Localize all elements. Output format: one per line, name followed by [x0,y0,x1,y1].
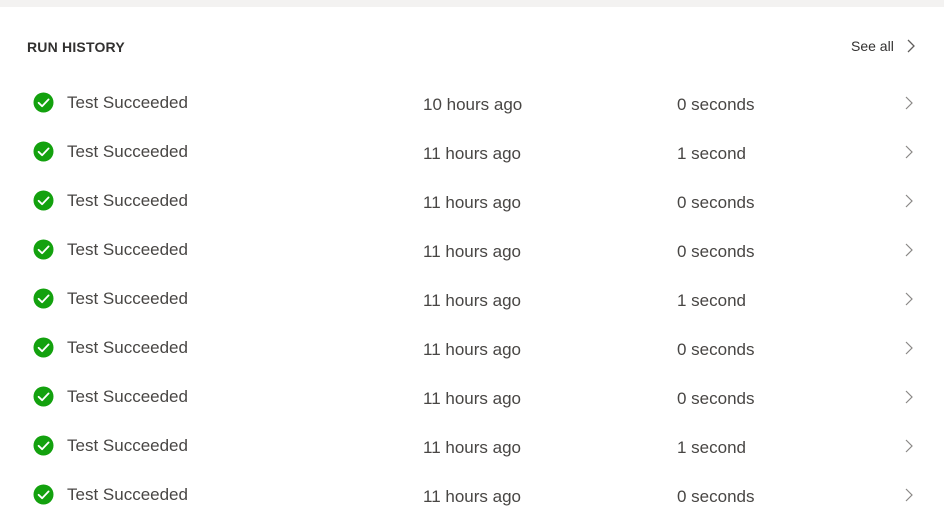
run-history-card: RUN HISTORY See all Test Succeeded 10 ho… [0,7,944,513]
chevron-right-icon [905,96,913,110]
run-duration-text: 1 second [677,291,746,310]
chevron-right-icon [907,39,915,53]
check-circle-icon [33,337,54,358]
run-time-text: 11 hours ago [423,389,521,408]
chevron-right-icon [905,341,913,355]
run-duration-text: 1 second [677,144,746,163]
top-strip [0,0,944,7]
run-duration-text: 0 seconds [677,389,755,408]
run-duration-text: 0 seconds [677,487,755,506]
see-all-link[interactable]: See all [851,35,916,57]
run-status-text: Test Succeeded [67,142,188,161]
run-history-row[interactable]: Test Succeeded 11 hours ago 1 second [0,424,944,473]
check-circle-icon [33,484,54,505]
check-circle-icon [33,288,54,309]
section-title: RUN HISTORY [27,39,125,55]
run-time-text: 11 hours ago [423,144,521,163]
run-duration-text: 0 seconds [677,193,755,212]
run-time-text: 11 hours ago [423,487,521,506]
run-time-text: 11 hours ago [423,242,521,261]
run-status-text: Test Succeeded [67,338,188,357]
run-status-text: Test Succeeded [67,387,188,406]
run-status-text: Test Succeeded [67,289,188,308]
run-status-text: Test Succeeded [67,436,188,455]
chevron-right-icon [905,390,913,404]
run-duration-text: 0 seconds [677,242,755,261]
run-status-text: Test Succeeded [67,240,188,259]
run-duration-text: 0 seconds [677,340,755,359]
run-duration-text: 1 second [677,438,746,457]
card-header: RUN HISTORY See all [0,7,944,87]
run-status-text: Test Succeeded [67,93,188,112]
run-history-row[interactable]: Test Succeeded 11 hours ago 0 seconds [0,326,944,375]
run-time-text: 11 hours ago [423,340,521,359]
run-time-text: 11 hours ago [423,193,521,212]
run-status-text: Test Succeeded [67,485,188,504]
run-time-text: 11 hours ago [423,291,521,310]
run-history-row[interactable]: Test Succeeded 10 hours ago 0 seconds [0,81,944,130]
chevron-right-icon [905,194,913,208]
run-history-row[interactable]: Test Succeeded 11 hours ago 1 second [0,130,944,179]
see-all-label: See all [851,38,894,54]
check-circle-icon [33,386,54,407]
check-circle-icon [33,435,54,456]
run-history-row[interactable]: Test Succeeded 11 hours ago 1 second [0,277,944,326]
check-circle-icon [33,190,54,211]
run-time-text: 11 hours ago [423,438,521,457]
chevron-right-icon [905,243,913,257]
check-circle-icon [33,239,54,260]
chevron-right-icon [905,439,913,453]
check-circle-icon [33,141,54,162]
run-duration-text: 0 seconds [677,95,755,114]
run-status-text: Test Succeeded [67,191,188,210]
chevron-right-icon [905,292,913,306]
run-history-row[interactable]: Test Succeeded 11 hours ago 0 seconds [0,228,944,277]
check-circle-icon [33,92,54,113]
run-history-row[interactable]: Test Succeeded 11 hours ago 0 seconds [0,473,944,522]
run-history-row[interactable]: Test Succeeded 11 hours ago 0 seconds [0,179,944,228]
chevron-right-icon [905,145,913,159]
run-history-list: Test Succeeded 10 hours ago 0 seconds Te… [0,81,944,522]
run-time-text: 10 hours ago [423,95,523,114]
chevron-right-icon [905,488,913,502]
run-history-row[interactable]: Test Succeeded 11 hours ago 0 seconds [0,375,944,424]
